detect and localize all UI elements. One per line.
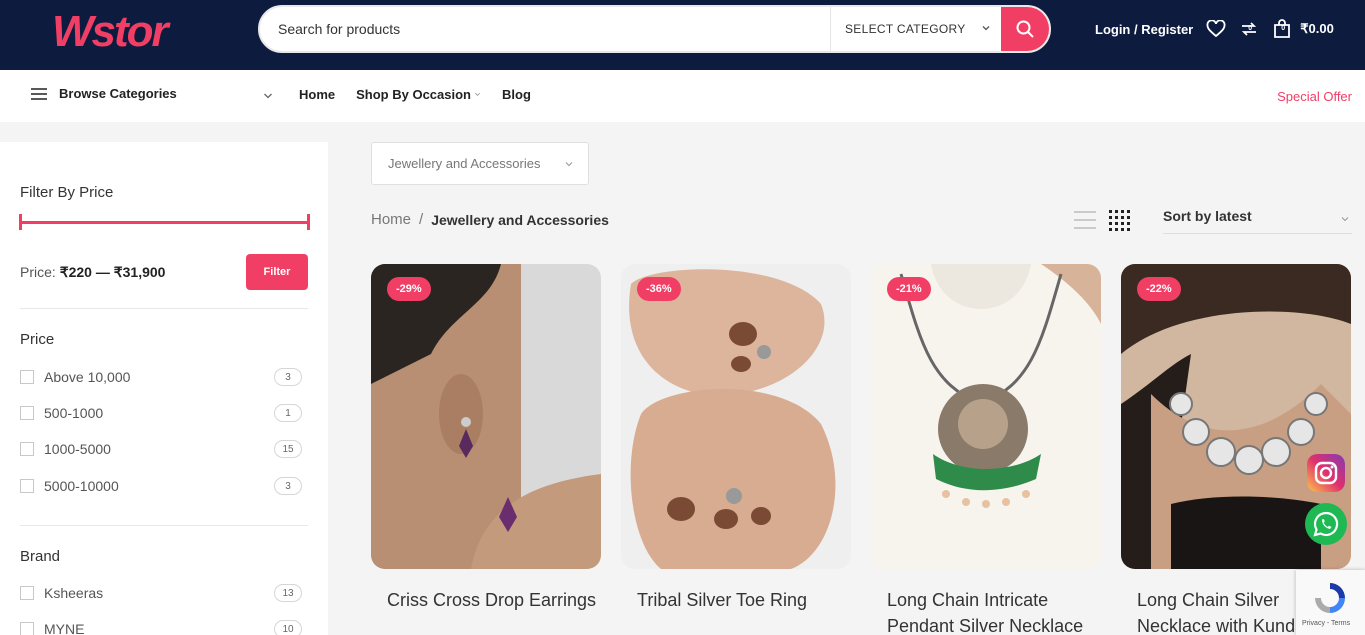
price-option-above-10000[interactable]: Above 10,000 3 (20, 367, 308, 387)
price-slider-track[interactable] (20, 221, 310, 224)
whatsapp-icon (1313, 511, 1339, 537)
option-count: 15 (274, 440, 302, 458)
filter-sidebar: Filter By Price Price: ₹220 — ₹31,900 Fi… (0, 142, 328, 635)
category-select[interactable]: SELECT CATEGORY (830, 7, 1004, 51)
price-filter-title: Price (20, 331, 55, 348)
whatsapp-button[interactable] (1305, 503, 1347, 545)
breadcrumb: Home / Jewellery and Accessories (371, 211, 609, 228)
product-image[interactable]: -21% (871, 264, 1101, 569)
price-range-value: ₹220 — ₹31,900 (59, 264, 166, 280)
top-header: Wstor SELECT CATEGORY Login / Register 0… (0, 0, 1365, 70)
category-dropdown[interactable]: Jewellery and Accessories (371, 142, 589, 185)
filter-button[interactable]: Filter (246, 254, 308, 290)
brand-option-ksheeras[interactable]: Ksheeras 13 (20, 583, 308, 603)
search-bar: SELECT CATEGORY (258, 5, 1051, 53)
discount-badge: -36% (637, 277, 681, 301)
svg-text:Wstor: Wstor (52, 8, 172, 54)
price-range-text: Price: ₹220 — ₹31,900 (20, 264, 165, 281)
site-logo[interactable]: Wstor (52, 8, 202, 54)
checkbox[interactable] (20, 479, 34, 493)
nav-link-blog[interactable]: Blog (502, 87, 531, 102)
checkbox[interactable] (20, 442, 34, 456)
search-button[interactable] (1001, 7, 1049, 51)
product-title[interactable]: Long Chain Intricate Pendant Silver Neck… (871, 587, 1101, 635)
checkbox[interactable] (20, 586, 34, 600)
price-slider-max-handle[interactable] (307, 214, 310, 230)
header-actions: Login / Register 0 0 ₹0.00 (1095, 18, 1334, 40)
compare-count: 0 (1248, 25, 1253, 32)
special-offer-link[interactable]: Special Offer (1277, 89, 1352, 104)
chevron-down-icon (475, 92, 480, 96)
option-count: 13 (274, 584, 302, 602)
product-card[interactable]: -21% Long Chain Intricate Pendant Silver… (871, 264, 1101, 635)
option-label: MYNE (44, 621, 85, 635)
chevron-down-icon (565, 162, 573, 167)
nav-link-shop-by-occasion[interactable]: Shop By Occasion (356, 87, 481, 102)
browse-categories-button[interactable]: Browse Categories (31, 86, 177, 101)
recaptcha-badge[interactable]: Privacy - Terms (1296, 570, 1365, 635)
price-option-1000-5000[interactable]: 1000-5000 15 (20, 439, 308, 459)
recaptcha-links[interactable]: Privacy - Terms (1302, 620, 1350, 627)
price-option-500-1000[interactable]: 500-1000 1 (20, 403, 308, 423)
price-prefix: Price: (20, 264, 56, 280)
nav-links: Home Shop By Occasion Blog (299, 87, 552, 102)
compare-icon[interactable]: 0 (1239, 19, 1259, 39)
cart-icon[interactable]: 0 (1272, 19, 1292, 39)
login-register-link[interactable]: Login / Register (1095, 22, 1193, 37)
product-card[interactable]: -36% Tribal Silver Toe Ring (621, 264, 851, 613)
option-count: 10 (274, 620, 302, 635)
option-count: 1 (274, 404, 302, 422)
option-label: Above 10,000 (44, 369, 131, 385)
recaptcha-icon (1315, 583, 1345, 613)
breadcrumb-separator: / (419, 211, 424, 228)
nav-link-label: Shop By Occasion (356, 87, 471, 102)
instagram-icon[interactable] (1307, 454, 1345, 492)
list-view-icon[interactable] (1074, 210, 1096, 230)
menu-icon (31, 87, 47, 100)
checkbox[interactable] (20, 370, 34, 384)
product-title[interactable]: Criss Cross Drop Earrings (371, 587, 601, 613)
grid-view-icon[interactable] (1108, 209, 1132, 231)
category-select-label: SELECT CATEGORY (845, 22, 966, 36)
search-input[interactable] (278, 7, 818, 51)
checkbox[interactable] (20, 406, 34, 420)
chevron-down-icon[interactable] (262, 90, 274, 102)
product-title[interactable]: Tribal Silver Toe Ring (621, 587, 851, 613)
product-image[interactable]: -29% (371, 264, 601, 569)
product-image[interactable]: -36% (621, 264, 851, 569)
discount-badge: -29% (387, 277, 431, 301)
brand-option-myne[interactable]: MYNE 10 (20, 619, 308, 635)
brand-filter-title: Brand (20, 548, 61, 565)
discount-badge: -22% (1137, 277, 1181, 301)
option-count: 3 (274, 368, 302, 386)
price-option-5000-10000[interactable]: 5000-10000 3 (20, 476, 308, 496)
chevron-down-icon (982, 26, 990, 31)
chevron-down-icon (1341, 217, 1349, 222)
product-card[interactable]: -29% Criss Cross Drop Earrings (371, 264, 601, 613)
divider (20, 308, 308, 309)
option-count: 3 (274, 477, 302, 495)
discount-badge: -21% (887, 277, 931, 301)
search-icon (1016, 20, 1034, 38)
cart-total[interactable]: ₹0.00 (1300, 21, 1334, 37)
checkbox[interactable] (20, 622, 34, 635)
option-label: 1000-5000 (44, 441, 111, 457)
category-dropdown-label: Jewellery and Accessories (388, 156, 541, 171)
cart-count: 0 (1281, 25, 1286, 32)
option-label: Ksheeras (44, 585, 104, 601)
option-label: 5000-10000 (44, 478, 119, 494)
divider (20, 525, 308, 526)
breadcrumb-current: Jewellery and Accessories (431, 212, 609, 228)
browse-categories-label: Browse Categories (59, 86, 177, 101)
breadcrumb-home[interactable]: Home (371, 211, 411, 228)
sort-select[interactable]: Sort by latest (1163, 208, 1352, 234)
filter-by-price-title: Filter By Price (20, 184, 114, 201)
sort-select-label: Sort by latest (1163, 208, 1252, 224)
price-slider-min-handle[interactable] (19, 214, 22, 230)
main-nav: Browse Categories Home Shop By Occasion … (0, 70, 1365, 122)
wishlist-icon[interactable] (1206, 19, 1226, 39)
nav-link-home[interactable]: Home (299, 87, 335, 102)
option-label: 500-1000 (44, 405, 104, 421)
